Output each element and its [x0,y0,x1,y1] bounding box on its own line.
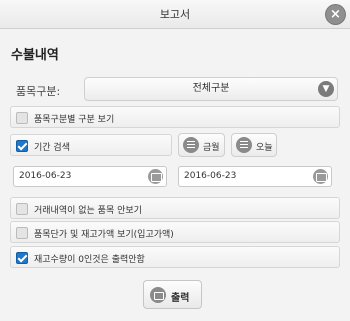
dialog-title: 보고서 [159,8,191,21]
print-button[interactable]: 출력 [143,280,202,309]
today-button[interactable]: 오늘 [231,133,277,157]
option-label: 품목구분별 구분 보기 [34,115,115,125]
category-label: 품목구분: [16,85,61,98]
close-icon[interactable]: × [326,5,345,24]
this-month-label: 금월 [203,143,220,153]
checkbox-checked[interactable] [16,252,28,264]
calendar-icon[interactable] [313,169,328,184]
checkbox[interactable] [16,227,28,239]
option-hide-no-transactions[interactable]: 거래내역이 없는 품목 안보기 [10,197,340,219]
option-label: 기간 검색 [34,143,70,153]
menu-icon [236,137,252,153]
this-month-button[interactable]: 금월 [178,133,225,157]
print-label: 출력 [171,293,190,304]
checkbox-checked[interactable] [16,140,28,152]
category-select-value: 전체구분 [192,83,230,94]
option-label: 거래내역이 없는 품목 안보기 [34,206,142,216]
checkbox[interactable] [16,203,28,215]
chevron-down-icon: ▼ [318,81,334,97]
calendar-icon[interactable] [148,169,163,184]
start-date-value: 2016-06-23 [19,171,72,181]
checkbox[interactable] [16,112,28,124]
option-hide-zero-stock[interactable]: 재고수량이 0인것은 출력안함 [10,246,340,268]
today-label: 오늘 [256,143,273,153]
menu-icon [183,137,199,153]
category-select[interactable]: 전체구분 ▼ [84,77,338,101]
print-icon [150,287,166,303]
option-show-unit-price[interactable]: 품목단가 및 재고가액 보기(입고가액) [10,221,340,243]
start-date-input[interactable]: 2016-06-23 [13,166,167,187]
option-label: 품목단가 및 재고가액 보기(입고가액) [34,230,174,240]
option-group-by-category[interactable]: 품목구분별 구분 보기 [10,106,340,128]
section-title: 수불내역 [11,48,59,63]
option-period-search[interactable]: 기간 검색 [10,134,172,156]
dialog-header: 보고서 × [0,0,350,29]
end-date-input[interactable]: 2016-06-23 [178,166,332,187]
option-label: 재고수량이 0인것은 출력안함 [34,255,145,265]
end-date-value: 2016-06-23 [184,171,237,181]
